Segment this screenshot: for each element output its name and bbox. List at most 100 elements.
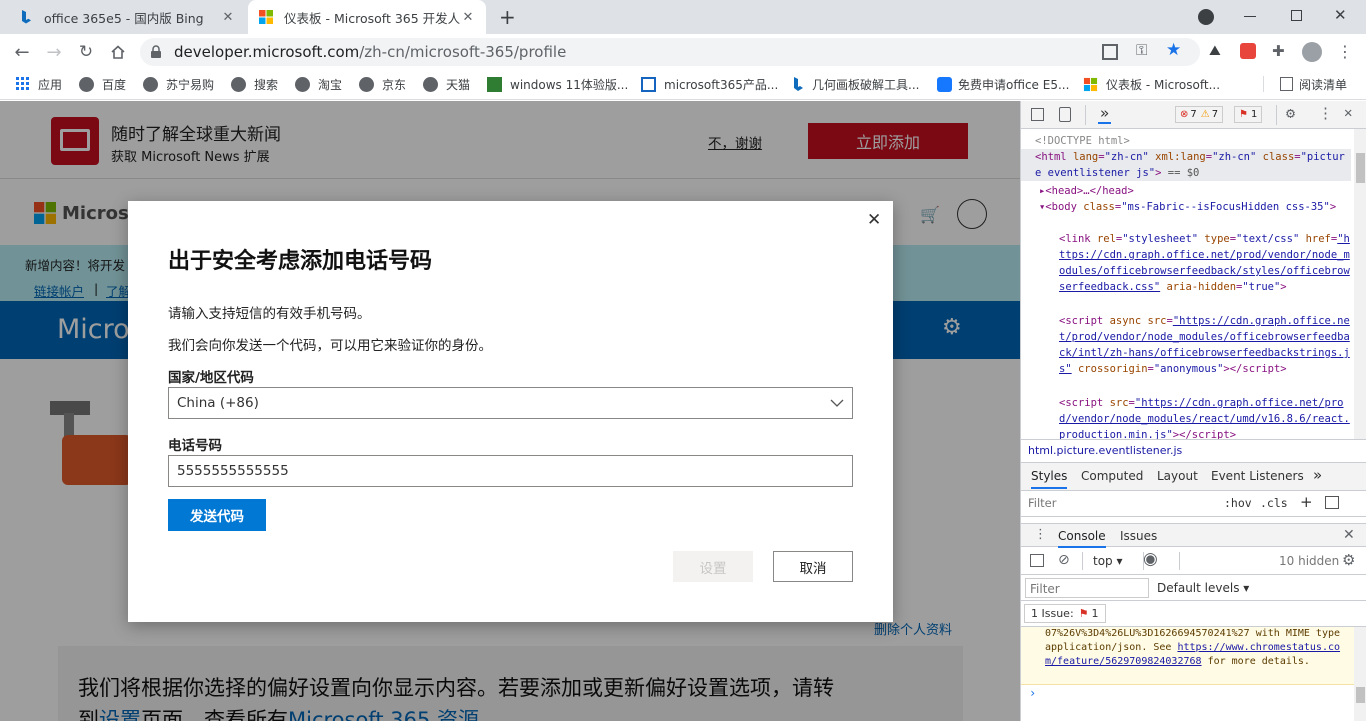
close-icon[interactable]: ✕ [460, 10, 476, 25]
bookmark-apps[interactable]: 应用 [16, 70, 62, 98]
message-text: for more details. [1201, 656, 1310, 667]
bookmark-tmall[interactable]: 天猫 [423, 70, 470, 98]
restore-icon[interactable] [1291, 10, 1302, 21]
error-warning-counter[interactable]: ⊗ 7 ⚠ 7 [1175, 106, 1224, 123]
bookmark-search[interactable]: 搜索 [231, 70, 278, 98]
styles-filter-input[interactable]: Filter [1028, 496, 1056, 510]
cancel-button[interactable]: 取消 [773, 551, 853, 582]
scrollbar[interactable] [1354, 129, 1366, 439]
apps-grid-icon [16, 77, 29, 90]
send-code-button[interactable]: 发送代码 [168, 499, 266, 531]
new-rule-icon[interactable]: + [1300, 493, 1313, 511]
bing-icon [794, 76, 803, 91]
tab-issues[interactable]: Issues [1120, 529, 1157, 543]
country-select[interactable]: China (+86) [168, 387, 853, 419]
head-node[interactable]: ▸<head>…</head> [1039, 183, 1366, 199]
bookmark-geometry[interactable]: 几何画板破解工具... [793, 70, 919, 98]
inspect-element-icon[interactable] [1031, 108, 1044, 121]
class-toggle[interactable]: .cls [1260, 496, 1288, 510]
close-drawer-icon[interactable]: ✕ [1343, 527, 1355, 543]
globe-icon [295, 76, 310, 92]
address-bar[interactable]: developer.microsoft.com/zh-cn/microsoft-… [140, 38, 1200, 66]
dom-breadcrumb[interactable]: html.picture.eventlistener.js [1021, 439, 1366, 463]
minimize-icon[interactable] [1244, 16, 1256, 17]
bookmark-windows11[interactable]: windows 11体验版... [487, 70, 628, 98]
drawer-menu-icon[interactable]: ⋮ [1034, 527, 1047, 542]
bookmark-star-icon[interactable]: ★ [1166, 40, 1181, 60]
extensions-puzzle-icon[interactable]: ✚ [1272, 42, 1285, 60]
phone-input[interactable]: 5555555555555 [168, 455, 853, 487]
dialog-close-icon[interactable]: ✕ [867, 210, 881, 230]
issues-counter[interactable]: ⚑ 1 [1234, 106, 1263, 123]
scrollbar[interactable] [1354, 627, 1366, 721]
extension-icon[interactable]: ⛰ [1209, 43, 1221, 59]
bookmark-baidu[interactable]: 百度 [79, 70, 126, 98]
tab-computed[interactable]: Computed [1081, 469, 1143, 483]
bookmark-label: windows 11体验版... [510, 77, 629, 92]
profile-avatar-icon[interactable] [1302, 42, 1322, 62]
tab-event-listeners[interactable]: Event Listeners [1211, 469, 1304, 483]
bookmark-dashboard[interactable]: 仪表板 - Microsoft... [1083, 70, 1220, 98]
close-icon[interactable]: ✕ [220, 10, 236, 25]
console-toolbar: ⊘ top ▾ ◉ 10 hidden ⚙ [1021, 547, 1366, 575]
computed-sidebar-icon[interactable] [1325, 496, 1339, 509]
breadcrumb-item[interactable]: html.picture.eventlistener.js [1028, 444, 1182, 457]
console-prompt[interactable]: › [1021, 685, 1366, 705]
console-filter-input[interactable]: Filter [1025, 578, 1149, 598]
hover-toggle[interactable]: :hov [1224, 496, 1252, 510]
link-node[interactable]: <link rel="stylesheet" type="text/css" h… [1059, 231, 1351, 295]
reload-icon[interactable]: ↻ [70, 34, 102, 70]
body-node[interactable]: ▾<body class="ms-Fabric--isFocusHidden c… [1039, 199, 1351, 215]
more-tabs-icon[interactable]: » [1313, 466, 1322, 484]
phone-input-value: 5555555555555 [177, 463, 289, 479]
close-devtools-icon[interactable]: ✕ [1344, 105, 1352, 121]
key-icon[interactable]: ⚿ [1136, 41, 1147, 59]
forward-icon[interactable]: → [38, 34, 70, 70]
issue-count: 1 [1091, 607, 1099, 620]
home-icon[interactable] [102, 34, 134, 70]
reading-list[interactable]: 阅读清单 [1280, 70, 1347, 98]
bookmark-microsoft365[interactable]: microsoft365产品... [641, 70, 778, 98]
sidebar-toggle-icon[interactable] [1030, 554, 1044, 567]
extension-red-icon[interactable] [1240, 43, 1256, 59]
warning-count: 7 [1211, 109, 1219, 120]
issues-button[interactable]: 1 Issue: ⚑ 1 [1024, 604, 1106, 623]
tab-layout[interactable]: Layout [1157, 469, 1198, 483]
devtools-toolbar: » ⊗ 7 ⚠ 7 ⚑ 1 ⚙ ⋮ ✕ [1021, 101, 1366, 129]
bookmark-jd[interactable]: 京东 [359, 70, 406, 98]
bookmark-label: 苏宁易购 [166, 77, 215, 92]
qr-code-icon[interactable] [1102, 44, 1118, 60]
menu-kebab-icon[interactable]: ⋮ [1337, 42, 1353, 61]
bookmark-suning[interactable]: 苏宁易购 [143, 70, 214, 98]
script-node-1[interactable]: <script async src="https://cdn.graph.off… [1059, 313, 1351, 377]
clear-console-icon[interactable]: ⊘ [1058, 552, 1070, 568]
window-close-icon[interactable]: ✕ [1334, 6, 1347, 24]
back-icon[interactable]: ← [6, 34, 38, 70]
phone-label: 电话号码 [168, 438, 222, 454]
site-icon [641, 76, 656, 92]
new-tab-button[interactable]: + [499, 5, 516, 29]
console-settings-icon[interactable]: ⚙ [1342, 551, 1355, 569]
more-tabs-icon[interactable]: » [1098, 104, 1112, 124]
tab-bing[interactable]: office 365e5 - 国内版 Bing ✕ [8, 0, 246, 34]
context-select[interactable]: top ▾ [1093, 554, 1123, 568]
bookmark-taobao[interactable]: 淘宝 [295, 70, 342, 98]
log-levels-select[interactable]: Default levels ▾ [1157, 581, 1249, 595]
set-button[interactable]: 设置 [673, 551, 753, 582]
html-node-selected[interactable]: <html lang="zh-cn" xml:lang="zh-cn" clas… [1021, 149, 1351, 181]
bookmark-label: 阅读清单 [1299, 77, 1348, 92]
tab-console[interactable]: Console [1058, 529, 1106, 548]
script-node-2[interactable]: <script src="https://cdn.graph.office.ne… [1059, 395, 1351, 439]
settings-gear-icon[interactable]: ⚙ [1286, 104, 1295, 122]
bookmark-office-e5[interactable]: 免费申请office E5... [937, 70, 1069, 98]
lock-icon[interactable] [150, 45, 162, 59]
devtools-menu-icon[interactable]: ⋮ [1318, 104, 1333, 122]
styles-filter-bar: Filter :hov .cls + [1021, 491, 1366, 517]
device-toolbar-icon[interactable] [1059, 107, 1071, 122]
tab-styles[interactable]: Styles [1031, 469, 1068, 489]
tab-search-icon[interactable] [1198, 9, 1214, 25]
tab-dashboard[interactable]: 仪表板 - Microsoft 365 开发人员 ✕ [248, 0, 486, 34]
live-expression-eye-icon[interactable]: ◉ [1143, 549, 1158, 569]
dialog-description-2: 我们会向你发送一个代码，可以用它来验证你的身份。 [168, 338, 492, 354]
bookmark-label: microsoft365产品... [664, 77, 779, 92]
